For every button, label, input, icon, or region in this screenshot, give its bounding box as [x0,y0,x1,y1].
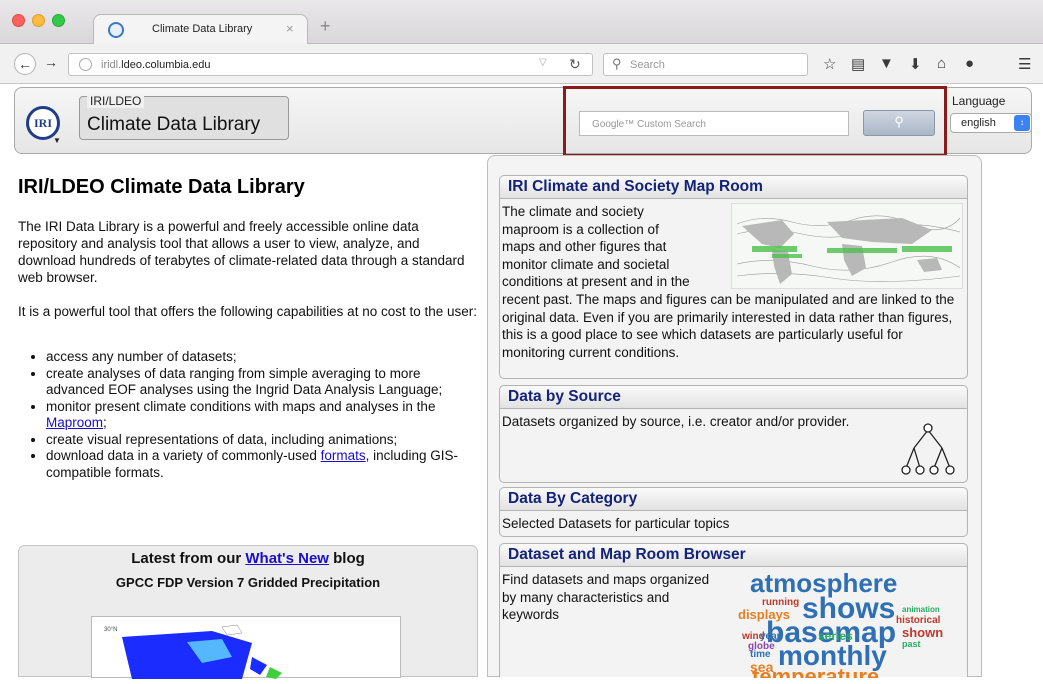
search-icon: ⚲ [894,114,904,129]
search-placeholder: Search [630,59,665,71]
address-bar[interactable]: iridl.ldeo.columbia.edu ▽ ↻ [68,53,593,76]
keyword-word-cloud[interactable]: atmosphere running displays shows animat… [738,570,958,678]
browser-search-input[interactable]: ⚲ Search [603,53,808,76]
breadcrumb-parent[interactable]: IRI/LDEO [87,94,145,108]
maproom-card: IRI Climate and Society Map Room The cli… [499,175,968,379]
language-select[interactable]: english ↕ [950,113,1032,133]
browser-tab[interactable]: Climate Data Library × [93,14,308,45]
globe-icon [108,22,124,38]
home-icon[interactable]: ⌂ [937,55,946,72]
browser-navbar: ← → iridl.ldeo.columbia.edu ▽ ↻ ⚲ Search… [0,44,1043,84]
maproom-card-title[interactable]: IRI Climate and Society Map Room [500,176,967,199]
axis-label: 30°N [104,627,118,633]
url-text: iridl.ldeo.columbia.edu [101,59,211,71]
back-arrow-icon[interactable]: ← [14,53,36,75]
dataset-browser-text: Find datasets and maps organized by many… [502,572,710,622]
data-by-category-card: Data By Category Selected Datasets for p… [499,487,968,537]
data-by-source-text: Datasets organized by source, i.e. creat… [502,414,850,429]
browser-titlebar: Climate Data Library × + [0,0,1043,45]
list-item: create analyses of data ranging from sim… [46,366,480,399]
zoom-window-button[interactable] [52,14,65,27]
blog-post-title[interactable]: GPCC FDP Version 7 Gridded Precipitation [19,575,477,590]
keyword[interactable]: animation [902,606,940,614]
list-item: create visual representations of data, i… [46,432,480,449]
keyword[interactable]: shown [902,626,943,639]
data-by-category-text: Selected Datasets for particular topics [502,516,730,531]
language-label: Language [952,94,1006,108]
language-value: english [961,117,996,129]
world-map-graphic [736,215,961,284]
breadcrumb-current: Climate Data Library [87,114,261,135]
data-by-source-card: Data by Source Datasets organized by sou… [499,385,968,483]
caret-down-icon[interactable]: ▼ [53,136,61,145]
select-arrows-icon: ↕ [1014,115,1030,131]
reload-icon[interactable]: ↻ [569,56,581,73]
bookmark-star-icon[interactable]: ☆ [823,55,836,73]
dataset-browser-card: Dataset and Map Room Browser Find datase… [499,543,968,678]
intro-paragraph: The IRI Data Library is a powerful and f… [18,219,465,285]
new-tab-button[interactable]: + [320,16,331,37]
capabilities-list: access any number of datasets; create an… [18,349,480,481]
google-search-placeholder: Google™ Custom Search [592,119,706,130]
google-search-input[interactable]: Google™ Custom Search [579,111,849,136]
menu-icon[interactable]: ☰ [1018,55,1031,73]
close-window-button[interactable] [12,14,25,27]
maproom-link[interactable]: Maproom [46,415,103,430]
tab-close-icon[interactable]: × [286,21,294,36]
list-item: monitor present climate conditions with … [46,399,480,432]
forward-arrow-icon[interactable]: → [44,54,58,70]
precipitation-map-graphic [122,624,282,679]
iri-logo[interactable]: IRI [26,106,60,140]
formats-link[interactable]: formats [321,448,366,463]
reading-list-icon[interactable]: ▤ [851,55,865,73]
chat-icon[interactable]: ● [965,55,974,72]
maproom-card-text: The climate and society maproom is a col… [502,204,690,289]
dropdown-icon[interactable]: ▽ [539,57,547,68]
page-title: IRI/LDEO Climate Data Library [18,176,305,198]
search-button[interactable]: ⚲ [863,110,935,136]
list-item: download data in a variety of commonly-u… [46,448,480,481]
tab-title: Climate Data Library [152,23,253,35]
maproom-card-text-more: recent past. The maps and figures can be… [502,292,955,360]
globe-icon [79,58,92,71]
list-item: access any number of datasets; [46,349,480,366]
whats-new-link[interactable]: What's New [245,550,329,567]
tree-icon [901,423,955,475]
world-map-image[interactable] [731,203,963,289]
download-icon[interactable]: ⬇ [909,55,922,73]
data-by-source-title[interactable]: Data by Source [500,386,967,409]
data-by-category-title[interactable]: Data By Category [500,488,967,511]
minimize-window-button[interactable] [32,14,45,27]
blog-panel: Latest from our What's New blog GPCC FDP… [18,545,478,679]
dataset-browser-title[interactable]: Dataset and Map Room Browser [500,544,967,567]
search-icon: ⚲ [612,56,622,71]
keyword[interactable]: temperature [752,666,879,679]
keyword[interactable]: past [902,640,921,649]
capabilities-intro: It is a powerful tool that offers the fo… [18,304,478,319]
precipitation-map-image[interactable]: 30°N [91,616,401,679]
blog-header: Latest from our What's New blog [131,550,365,567]
pocket-icon[interactable]: ▼ [879,55,894,72]
